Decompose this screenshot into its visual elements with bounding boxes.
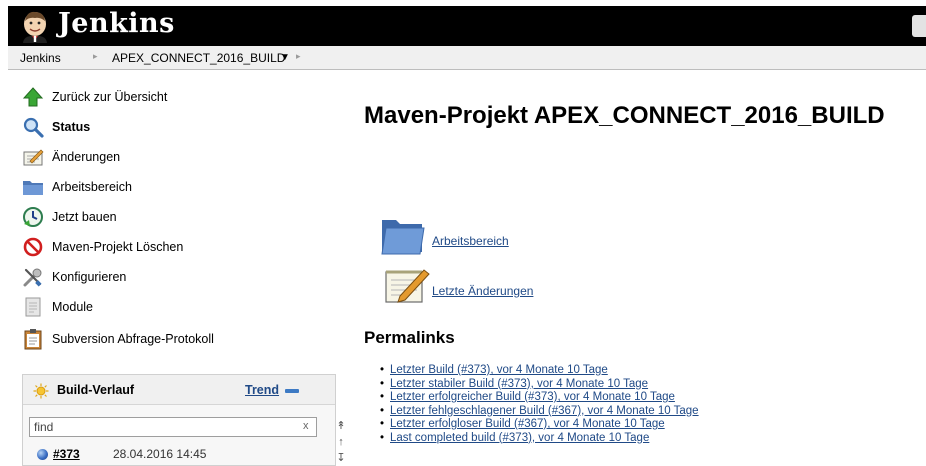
breadcrumb: Jenkins ▸ APEX_CONNECT_2016_BUILD ▼ ▸ bbox=[8, 46, 926, 70]
task-changes[interactable]: Änderungen bbox=[22, 146, 120, 168]
list-item: Letzter Build (#373), vor 4 Monate 10 Ta… bbox=[390, 364, 699, 378]
task-configure[interactable]: Konfigurieren bbox=[22, 266, 126, 288]
breadcrumb-separator-icon: ▸ bbox=[296, 51, 301, 61]
task-svn-poll-log[interactable]: Subversion Abfrage-Protokoll bbox=[22, 328, 214, 350]
workspace-folder-icon[interactable] bbox=[380, 214, 426, 256]
workspace-link[interactable]: Arbeitsbereich bbox=[432, 234, 509, 248]
breadcrumb-dropdown-icon[interactable]: ▼ bbox=[280, 52, 290, 63]
scroll-top-icon[interactable]: ↟ bbox=[334, 418, 348, 434]
clipboard-icon bbox=[24, 329, 42, 350]
list-item: Last completed build (#373), vor 4 Monat… bbox=[390, 432, 699, 446]
task-build-now[interactable]: Jetzt bauen bbox=[22, 206, 117, 228]
build-history-panel: Build-Verlauf Trend x #373 28.04.2016 14… bbox=[22, 374, 336, 466]
task-back-to-overview[interactable]: Zurück zur Übersicht bbox=[22, 86, 167, 108]
task-workspace[interactable]: Arbeitsbereich bbox=[22, 176, 132, 198]
jenkins-window: Jenkins Jenkins ▸ APEX_CONNECT_2016_BUIL… bbox=[8, 6, 926, 466]
task-label: Zurück zur Übersicht bbox=[52, 90, 168, 104]
scroll-down-icon[interactable]: ↧ bbox=[334, 450, 348, 466]
jenkins-butler-logo-icon[interactable] bbox=[18, 9, 52, 43]
magnifier-icon bbox=[23, 117, 44, 138]
no-entry-icon bbox=[23, 237, 43, 257]
sun-weather-icon bbox=[33, 383, 49, 399]
list-item: Letzter fehlgeschlagener Build (#367), v… bbox=[390, 405, 699, 419]
build-history-title: Build-Verlauf bbox=[57, 383, 135, 397]
task-delete-project[interactable]: Maven-Projekt Löschen bbox=[22, 236, 183, 258]
build-date[interactable]: 28.04.2016 14:45 bbox=[113, 447, 206, 461]
build-number-link[interactable]: #373 bbox=[53, 447, 80, 461]
permalink-last-failed-build[interactable]: Letzter fehlgeschlagener Build (#367), v… bbox=[390, 405, 699, 417]
search-icon[interactable] bbox=[912, 15, 926, 37]
task-modules[interactable]: Module bbox=[22, 296, 93, 318]
build-search-input[interactable] bbox=[29, 417, 317, 437]
permalink-last-completed-build[interactable]: Last completed build (#373), vor 4 Monat… bbox=[390, 432, 649, 444]
trend-icon[interactable] bbox=[285, 389, 299, 393]
breadcrumb-item-jenkins[interactable]: Jenkins bbox=[20, 51, 61, 65]
trend-link[interactable]: Trend bbox=[245, 383, 279, 397]
permalinks-heading: Permalinks bbox=[364, 328, 455, 347]
permalinks-list: Letzter Build (#373), vor 4 Monate 10 Ta… bbox=[390, 364, 699, 445]
task-label: Jetzt bauen bbox=[52, 210, 117, 224]
permalink-last-build[interactable]: Letzter Build (#373), vor 4 Monate 10 Ta… bbox=[390, 364, 608, 376]
task-label: Konfigurieren bbox=[52, 270, 127, 284]
list-item: Letzter erfolgloser Build (#367), vor 4 … bbox=[390, 418, 699, 432]
permalink-last-unsuccessful-build[interactable]: Letzter erfolgloser Build (#367), vor 4 … bbox=[390, 418, 665, 430]
document-icon bbox=[25, 297, 41, 317]
notepad-icon bbox=[23, 149, 44, 166]
task-label: Module bbox=[52, 300, 93, 314]
scroll-up-icon[interactable]: ↑ bbox=[334, 434, 348, 450]
recent-changes-link[interactable]: Letzte Änderungen bbox=[432, 284, 533, 298]
top-header: Jenkins bbox=[8, 6, 926, 46]
task-label: Maven-Projekt Löschen bbox=[52, 240, 184, 254]
task-label: Status bbox=[52, 120, 91, 134]
app-brand[interactable]: Jenkins bbox=[58, 8, 175, 39]
clear-search-button[interactable]: x bbox=[303, 420, 309, 432]
task-label: Änderungen bbox=[52, 150, 121, 164]
breadcrumb-item-project[interactable]: APEX_CONNECT_2016_BUILD bbox=[112, 51, 285, 65]
task-label: Arbeitsbereich bbox=[52, 180, 132, 194]
up-arrow-icon bbox=[22, 87, 44, 107]
build-status-ball-icon bbox=[37, 449, 48, 460]
build-history-header: Build-Verlauf Trend bbox=[23, 375, 335, 405]
permalink-last-successful-build[interactable]: Letzter erfolgreicher Build (#373), vor … bbox=[390, 391, 675, 403]
task-label: Subversion Abfrage-Protokoll bbox=[52, 332, 214, 346]
wrench-icon bbox=[23, 268, 42, 287]
page-title: Maven-Projekt APEX_CONNECT_2016_BUILD bbox=[364, 102, 885, 129]
recent-changes-notepad-icon[interactable] bbox=[384, 264, 430, 306]
permalink-last-stable-build[interactable]: Letzter stabiler Build (#373), vor 4 Mon… bbox=[390, 378, 648, 390]
breadcrumb-separator-icon: ▸ bbox=[93, 51, 98, 61]
folder-icon bbox=[23, 181, 43, 195]
list-item: Letzter erfolgreicher Build (#373), vor … bbox=[390, 391, 699, 405]
task-status[interactable]: Status bbox=[22, 116, 90, 138]
build-history-scroll-controls: ↟ ↑ ↧ bbox=[334, 418, 348, 466]
list-item: Letzter stabiler Build (#373), vor 4 Mon… bbox=[390, 378, 699, 392]
clock-icon bbox=[23, 207, 43, 227]
